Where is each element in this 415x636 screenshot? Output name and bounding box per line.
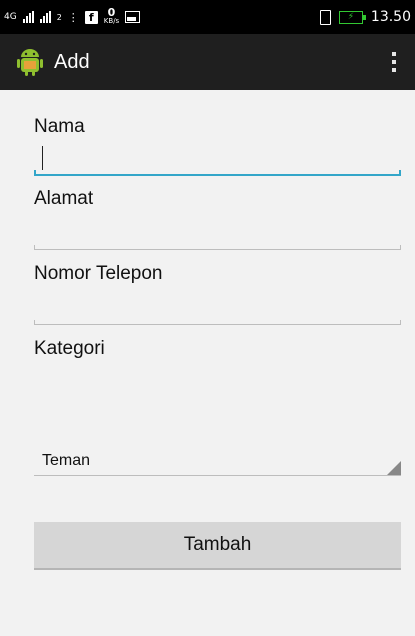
status-bar-left: 4G 2 ⋮ f 0 KB/s [0, 6, 141, 25]
kategori-label: Kategori [34, 338, 105, 359]
nama-label: Nama [34, 116, 85, 137]
spinner-underline [34, 475, 401, 476]
status-bar-right: ⚡ 13.50 [319, 9, 415, 25]
network-type: 4G [4, 12, 17, 22]
status-bar: 4G 2 ⋮ f 0 KB/s ⚡ 13.50 [0, 0, 415, 34]
alamat-input[interactable] [34, 220, 401, 250]
signal-icon [22, 11, 34, 23]
dropdown-triangle-icon [387, 461, 401, 475]
screen-title: Add [54, 50, 90, 73]
net-speed: 0 KB/s [103, 6, 120, 25]
net-speed-unit: KB/s [103, 17, 120, 25]
android-icon [16, 47, 44, 77]
vibrate-icon [319, 9, 331, 25]
kategori-spinner[interactable]: Teman [34, 444, 401, 476]
net-speed-value: 0 [107, 6, 116, 19]
text-cursor [42, 146, 43, 170]
tambah-button[interactable]: Tambah [34, 522, 401, 570]
alamat-label: Alamat [34, 188, 94, 209]
more-icon: ⋮ [67, 10, 79, 24]
sim-indicator: 2 [56, 12, 62, 22]
overflow-menu-icon[interactable] [387, 48, 401, 76]
kategori-selected: Teman [42, 452, 91, 469]
signal-icon [39, 11, 51, 23]
facebook-icon: f [84, 10, 98, 24]
nama-input[interactable] [34, 146, 401, 176]
clock: 13.50 [370, 9, 411, 25]
telepon-label: Nomor Telepon [34, 263, 163, 284]
battery-charging-icon: ⚡ [338, 10, 366, 24]
telepon-input[interactable] [34, 295, 401, 325]
action-bar: Add [0, 34, 415, 90]
image-icon [125, 11, 141, 23]
